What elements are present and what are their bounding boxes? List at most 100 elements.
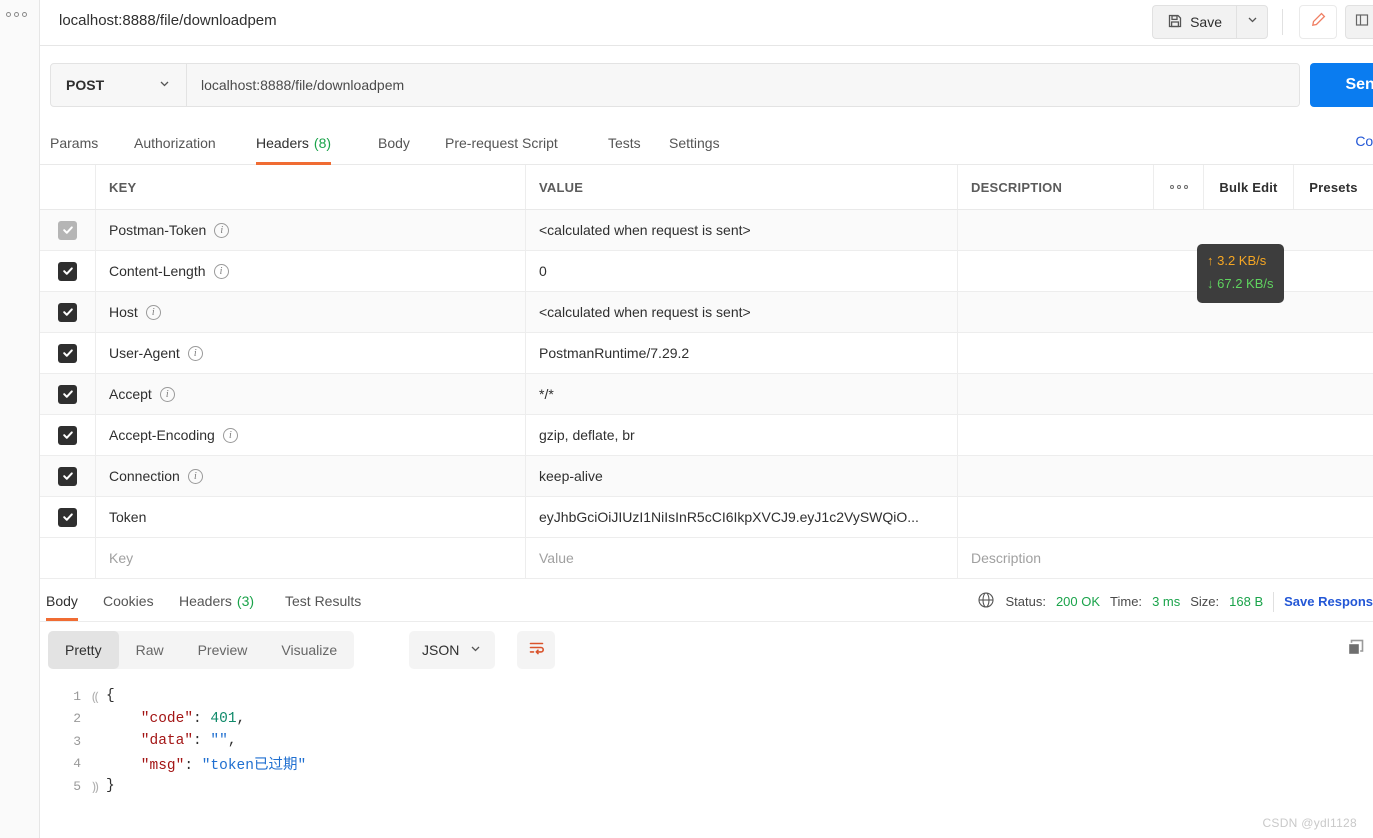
view-mode-visualize[interactable]: Visualize	[264, 631, 354, 669]
tab-pre-request-script[interactable]: Pre-request Script	[445, 121, 558, 165]
row-checkbox[interactable]	[58, 261, 77, 281]
bulk-edit-button[interactable]: Bulk Edit	[1203, 165, 1293, 209]
tab-tests[interactable]: Tests	[608, 121, 641, 165]
row-value-cell[interactable]: keep-alive	[526, 456, 958, 496]
row-checkbox[interactable]	[58, 343, 77, 363]
response-tab-body[interactable]: Body	[46, 580, 78, 621]
row-value-cell[interactable]: eyJhbGciOiJIUzI1NiIsInR5cCI6IkpXVCJ9.eyJ…	[526, 497, 958, 537]
http-method-select[interactable]: POST	[51, 64, 187, 106]
url-input[interactable]: localhost:8888/file/downloadpem	[187, 64, 1299, 106]
row-value-cell[interactable]: 0	[526, 251, 958, 291]
row-checkbox-cell	[40, 210, 96, 250]
response-tab-test-results[interactable]: Test Results	[285, 580, 361, 621]
tab-body[interactable]: Body	[378, 121, 410, 165]
save-button-group: Save	[1152, 5, 1268, 39]
info-icon[interactable]: i	[145, 304, 161, 320]
row-description-cell[interactable]	[958, 333, 1172, 373]
fold-marker[interactable]: ⸨	[92, 687, 106, 705]
row-description-cell[interactable]	[958, 497, 1172, 537]
chevron-down-icon	[1246, 13, 1259, 31]
row-value-text: eyJhbGciOiJIUzI1NiIsInR5cCI6IkpXVCJ9.eyJ…	[539, 509, 919, 525]
view-mode-raw[interactable]: Raw	[119, 631, 181, 669]
size-label: Size:	[1190, 594, 1220, 609]
tab-label: Body	[378, 135, 410, 151]
response-tab-headers[interactable]: Headers (3)	[179, 580, 254, 621]
row-key-cell[interactable]: Token	[96, 497, 526, 537]
new-value-input[interactable]: Value	[526, 538, 958, 578]
row-value-cell[interactable]: */*	[526, 374, 958, 414]
row-description-cell[interactable]	[958, 210, 1172, 250]
info-icon[interactable]: i	[187, 468, 203, 484]
view-mode-pretty[interactable]: Pretty	[48, 631, 119, 669]
row-tail	[1172, 415, 1373, 455]
row-key-cell[interactable]: Content-Length i	[96, 251, 526, 291]
new-key-input[interactable]: Key	[96, 538, 526, 578]
row-key-cell[interactable]: Host i	[96, 292, 526, 332]
table-row: Content-Length i 0	[40, 251, 1373, 292]
tab-settings[interactable]: Settings	[669, 121, 720, 165]
send-button[interactable]: Send	[1310, 63, 1373, 107]
word-wrap-button[interactable]	[517, 631, 555, 669]
info-icon[interactable]: i	[222, 427, 238, 443]
tab-headers[interactable]: Headers (8)	[256, 121, 332, 165]
row-description-cell[interactable]	[958, 374, 1172, 414]
row-description-cell[interactable]	[958, 251, 1172, 291]
tab-label: Test Results	[285, 592, 362, 609]
save-button[interactable]: Save	[1152, 5, 1236, 39]
row-value-cell[interactable]: <calculated when request is sent>	[526, 292, 958, 332]
row-value-cell[interactable]: gzip, deflate, br	[526, 415, 958, 455]
row-checkbox[interactable]	[58, 220, 77, 240]
row-key-cell[interactable]: Postman-Token i	[96, 210, 526, 250]
row-checkbox[interactable]	[58, 425, 77, 445]
more-options-icon[interactable]	[6, 12, 27, 17]
presets-button[interactable]: Presets	[1293, 165, 1373, 209]
row-key-cell[interactable]: Accept-Encoding i	[96, 415, 526, 455]
code-line: 1 ⸨{	[40, 685, 1373, 708]
response-body-code[interactable]: 1 ⸨{2 "code": 401, 3 "data": "", 4 "msg": "…	[40, 678, 1373, 838]
row-description-cell[interactable]	[958, 456, 1172, 496]
row-value-cell[interactable]: <calculated when request is sent>	[526, 210, 958, 250]
info-icon[interactable]: i	[214, 222, 230, 238]
cookies-link[interactable]: Coo	[1355, 133, 1373, 149]
row-key-cell[interactable]: Accept i	[96, 374, 526, 414]
view-mode-preview[interactable]: Preview	[181, 631, 265, 669]
info-icon[interactable]: i	[187, 345, 203, 361]
row-description-cell[interactable]	[958, 292, 1172, 332]
row-tail	[1172, 374, 1373, 414]
row-checkbox[interactable]	[58, 507, 77, 527]
response-format-select[interactable]: JSON	[409, 631, 496, 669]
info-icon[interactable]: i	[213, 263, 229, 279]
save-dropdown-button[interactable]	[1236, 5, 1268, 39]
row-key-cell[interactable]: Connection i	[96, 456, 526, 496]
row-description-cell[interactable]	[958, 415, 1172, 455]
headers-table-head: KEY VALUE DESCRIPTION Bulk Edit Presets	[40, 165, 1373, 210]
row-checkbox-cell	[40, 456, 96, 496]
info-icon[interactable]: i	[159, 386, 175, 402]
save-response-button[interactable]: Save Respons	[1284, 594, 1373, 609]
tab-params[interactable]: Params	[50, 121, 98, 165]
row-checkbox[interactable]	[58, 466, 77, 486]
tab-label: Pre-request Script	[445, 135, 558, 151]
request-tab-title[interactable]: localhost:8888/file/downloadpem	[59, 12, 277, 29]
row-tail	[1172, 333, 1373, 373]
row-value-cell[interactable]: PostmanRuntime/7.29.2	[526, 333, 958, 373]
layout-toggle-button[interactable]	[1345, 5, 1373, 39]
url-row: POST localhost:8888/file/downloadpem Sen…	[40, 46, 1373, 121]
row-key-cell[interactable]: User-Agent i	[96, 333, 526, 373]
column-value: VALUE	[526, 165, 958, 209]
headers-table: KEY VALUE DESCRIPTION Bulk Edit Presets …	[40, 165, 1373, 579]
tab-authorization[interactable]: Authorization	[134, 121, 216, 165]
response-tab-cookies[interactable]: Cookies	[103, 580, 154, 621]
time-label: Time:	[1110, 594, 1143, 609]
fold-marker[interactable]: ⸩	[92, 777, 106, 795]
row-checkbox[interactable]	[58, 302, 77, 322]
format-label: JSON	[422, 642, 460, 658]
row-tail	[1172, 456, 1373, 496]
row-checkbox-cell	[40, 497, 96, 537]
row-checkbox[interactable]	[58, 384, 77, 404]
tab-label: Headers	[256, 135, 309, 151]
new-description-input[interactable]: Description	[958, 538, 1172, 578]
copy-button[interactable]	[1342, 636, 1370, 664]
edit-comment-button[interactable]	[1299, 5, 1337, 39]
table-options-icon[interactable]	[1153, 165, 1203, 209]
